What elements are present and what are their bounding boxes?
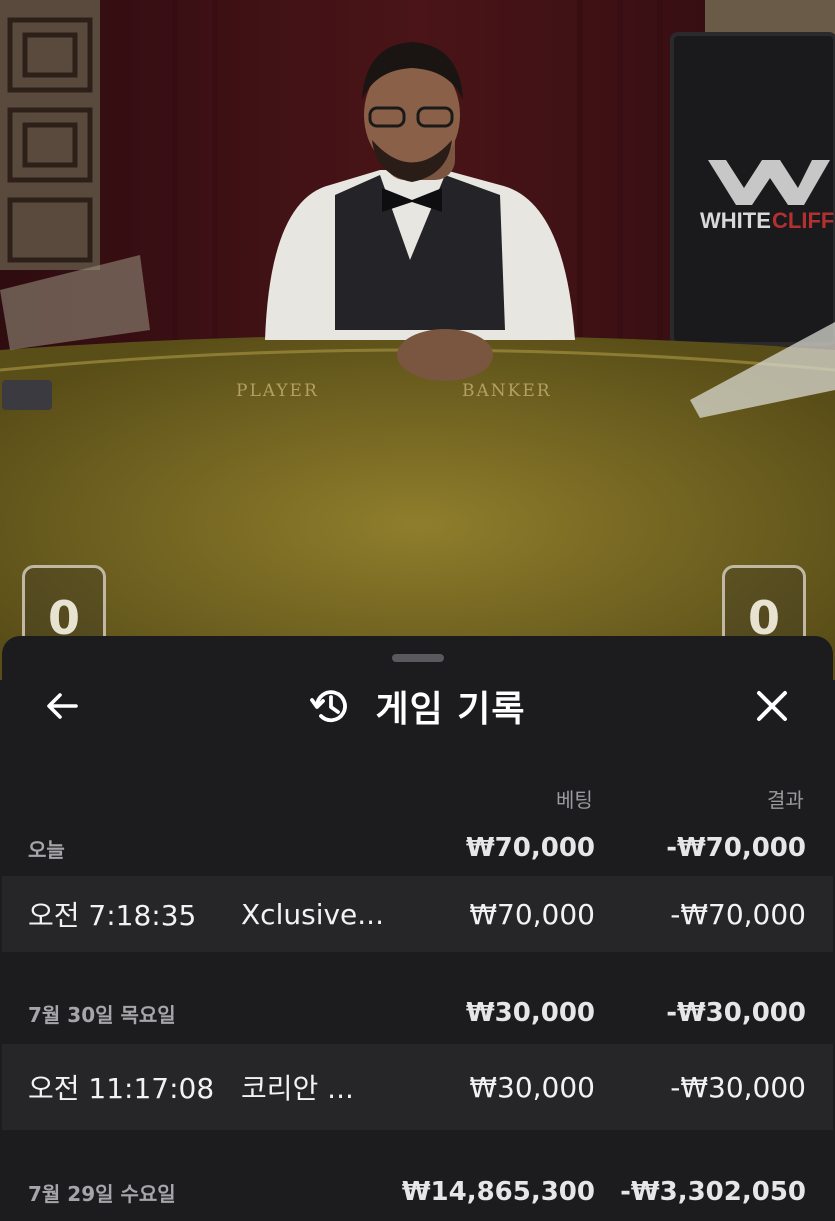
row-time: 오전 11:17:08	[28, 1072, 215, 1105]
column-header-bet: 베팅	[556, 788, 593, 812]
banker-area-label: BANKER	[462, 381, 552, 401]
row-time: 오전 7:18:35	[28, 899, 197, 932]
group-date: 7월 29일 수요일	[28, 1181, 176, 1206]
history-row[interactable]: 오전 11:17:08 코리안 ... ₩30,000 -₩30,000	[2, 1044, 833, 1130]
group-date: 오늘	[28, 837, 65, 862]
brand-text-white: WHITE	[700, 208, 771, 233]
game-history-sheet: 게임 기록 베팅 결과 오늘 ₩70,000 -₩70,000 오전 7:18:…	[2, 636, 833, 1221]
baccarat-table-scene: WHITE CLIFF PLAYER BANKER	[0, 0, 835, 680]
column-header-result: 결과	[767, 788, 804, 812]
row-result: -₩70,000	[670, 897, 806, 931]
date-group-header: 7월 30일 목요일 ₩30,000 -₩30,000	[2, 991, 833, 1035]
row-bet: ₩30,000	[469, 1070, 595, 1104]
live-video-feed[interactable]: WHITE CLIFF PLAYER BANKER 0 0	[0, 0, 835, 680]
row-bet: ₩70,000	[469, 897, 595, 931]
group-date: 7월 30일 목요일	[28, 1002, 176, 1027]
history-row[interactable]: 오전 7:18:35 Xclusive... ₩70,000 -₩70,000	[2, 876, 833, 952]
brand-text-cliff: CLIFF	[772, 208, 834, 233]
row-result: -₩30,000	[670, 1070, 806, 1104]
date-group-header: 오늘 ₩70,000 -₩70,000	[2, 826, 833, 870]
group-total-result: -₩30,000	[666, 998, 806, 1028]
row-game-name: Xclusive...	[241, 897, 384, 931]
sheet-title: 게임 기록	[375, 689, 526, 730]
close-icon	[757, 691, 787, 721]
sheet-drag-handle[interactable]	[392, 654, 444, 662]
group-total-bet: ₩14,865,300	[401, 1177, 595, 1207]
arrow-left-icon	[47, 693, 78, 719]
group-total-result: -₩3,302,050	[620, 1177, 806, 1207]
date-group-header: 7월 29일 수요일 ₩14,865,300 -₩3,302,050	[2, 1170, 833, 1214]
app-screen: WHITE CLIFF PLAYER BANKER 0 0 게임 기록 베팅 결…	[0, 0, 835, 1221]
sheet-header: 게임 기록	[2, 680, 833, 732]
player-area-label: PLAYER	[236, 381, 319, 401]
row-game-name: 코리안 ...	[241, 1072, 354, 1105]
back-button[interactable]	[36, 680, 88, 732]
group-total-bet: ₩30,000	[465, 998, 595, 1028]
group-total-result: -₩70,000	[666, 833, 806, 863]
history-icon	[310, 690, 348, 723]
group-total-bet: ₩70,000	[465, 833, 595, 863]
close-button[interactable]	[746, 680, 798, 732]
